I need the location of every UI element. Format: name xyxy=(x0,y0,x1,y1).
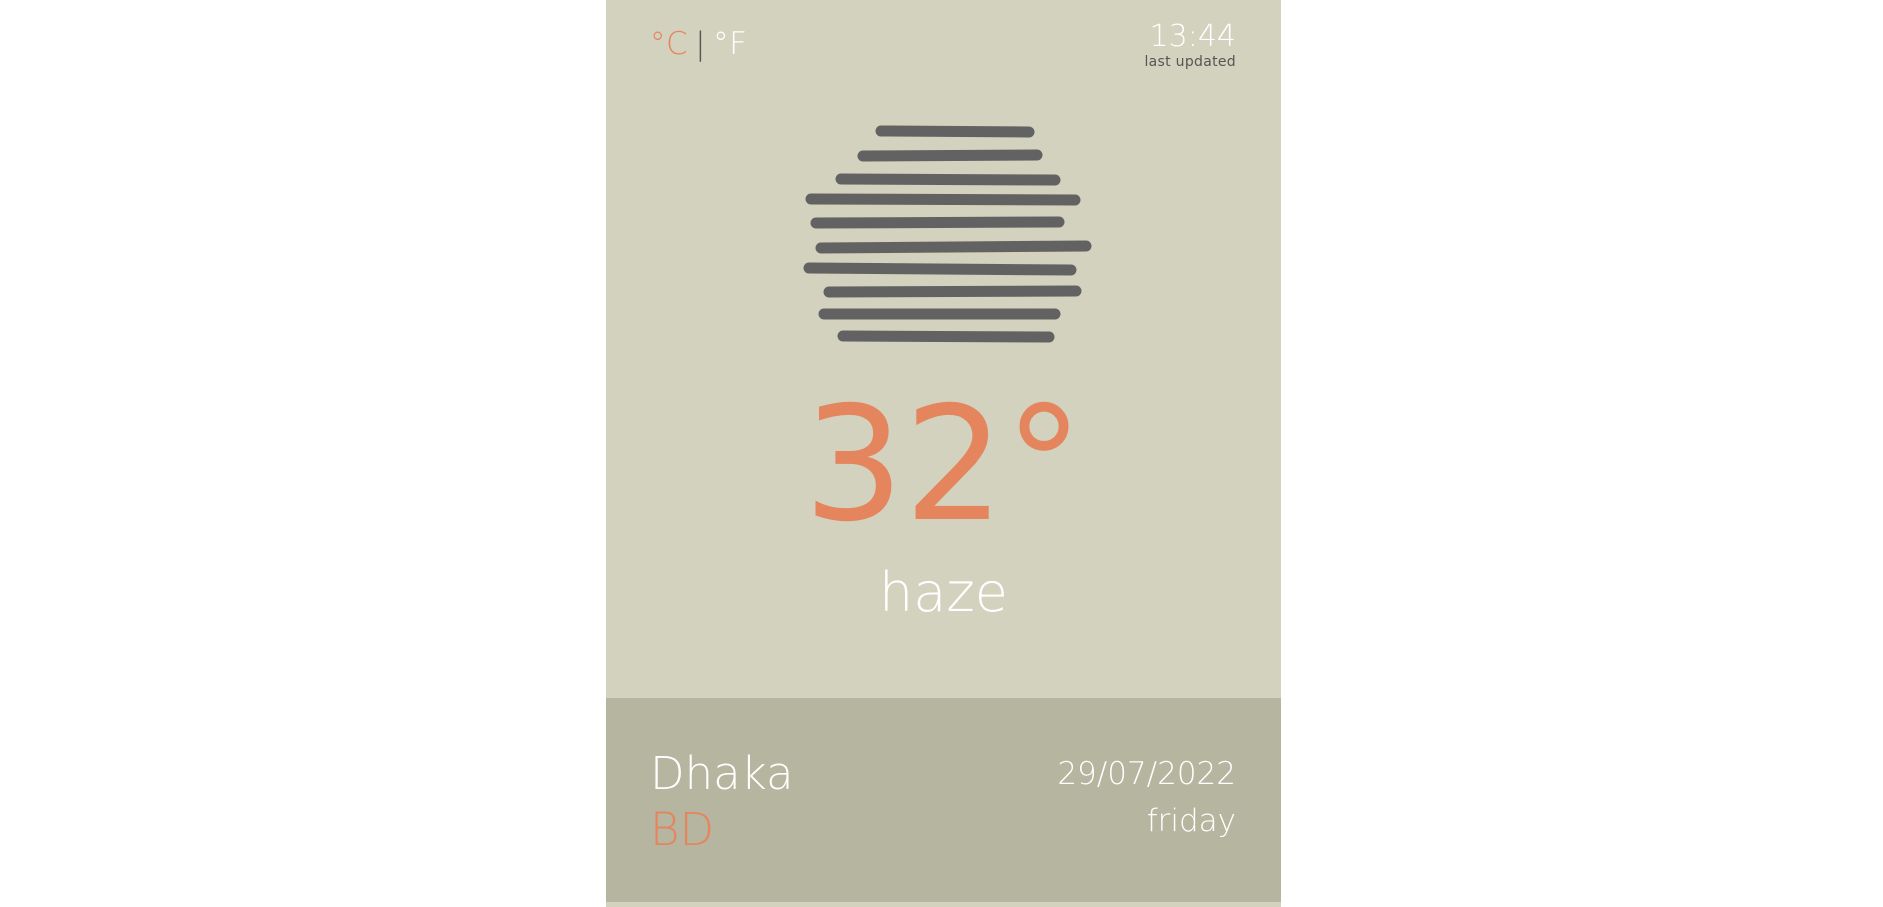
country-code: BD xyxy=(650,803,715,856)
weather-condition: haze xyxy=(879,561,1008,624)
weather-card: °C | °F 13:44 last updated 32° haze Dhaka … xyxy=(606,0,1281,907)
haze-icon xyxy=(803,125,1092,343)
unit-separator: | xyxy=(695,26,707,62)
location-footer: Dhaka BD 29/07/2022 friday xyxy=(606,698,1281,902)
fahrenheit-toggle[interactable]: °F xyxy=(713,26,747,62)
last-updated-label: last updated xyxy=(1144,54,1236,70)
current-date: 29/07/2022 xyxy=(1057,756,1236,792)
last-updated-time: 13:44 xyxy=(1149,19,1236,54)
celsius-toggle[interactable]: °C xyxy=(650,26,688,62)
unit-toggle: °C | °F xyxy=(650,24,747,64)
current-weekday: friday xyxy=(1146,803,1236,839)
temperature: 32° xyxy=(803,373,1084,557)
last-updated: 13:44 last updated xyxy=(1144,19,1236,71)
footer-bottom-strip xyxy=(606,902,1281,907)
city-name: Dhaka xyxy=(650,747,794,800)
